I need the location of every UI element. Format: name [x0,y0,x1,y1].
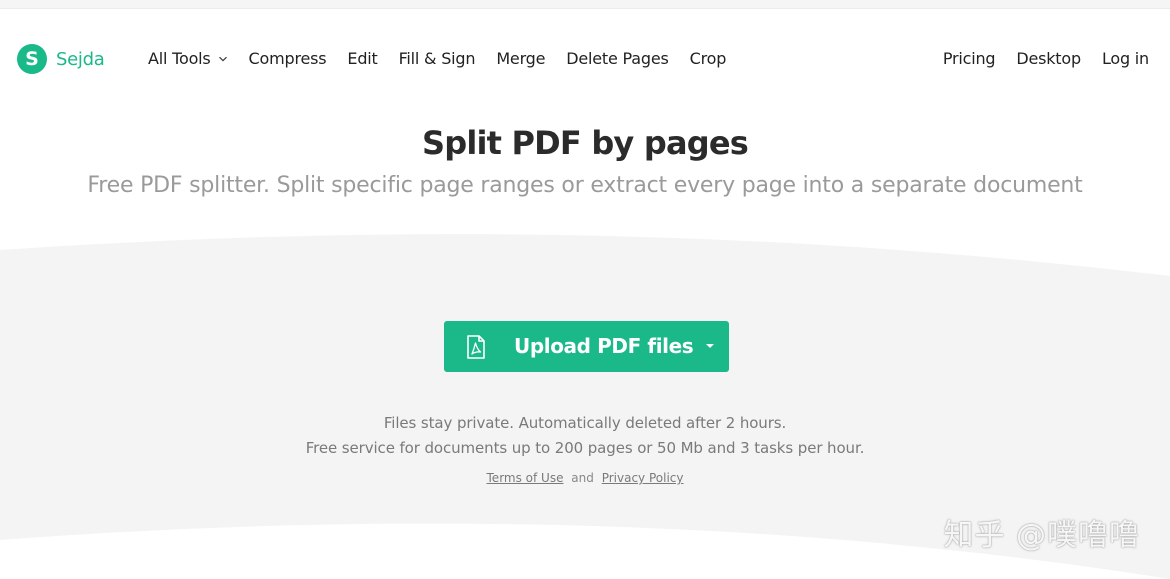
nav-secondary: Pricing Desktop Log in [922,49,1149,68]
logo-text: Sejda [56,48,105,70]
legal-links: Terms of Use and Privacy Policy [0,471,1170,485]
upload-button-label: Upload PDF files [514,334,694,358]
watermark-text: 知乎 @噗噜噜 [943,518,1140,553]
nav-edit[interactable]: Edit [347,49,377,68]
logo-mark: S [17,44,47,74]
pdf-file-icon [466,335,486,359]
page-subtitle: Free PDF splitter. Split specific page r… [87,173,1083,198]
nav-all-tools-label: All Tools [148,49,211,68]
nav-desktop[interactable]: Desktop [1016,49,1081,68]
terms-of-use-link[interactable]: Terms of Use [487,471,564,485]
usage-limits-notice: Free service for documents up to 200 pag… [305,439,865,457]
nav-merge[interactable]: Merge [496,49,545,68]
sejda-logo[interactable]: S Sejda [17,44,105,74]
nav-crop[interactable]: Crop [690,49,727,68]
nav-all-tools[interactable]: All Tools [148,49,228,68]
chevron-down-icon [218,54,228,64]
nav-delete-pages[interactable]: Delete Pages [566,49,669,68]
privacy-notice: Files stay private. Automatically delete… [383,414,787,432]
privacy-policy-link[interactable]: Privacy Policy [602,471,684,485]
page-title: Split PDF by pages [421,124,749,162]
top-navbar: S Sejda All Tools Compress Edit Fill & S… [0,8,1170,112]
nav-primary: All Tools Compress Edit Fill & Sign Merg… [148,49,747,68]
nav-compress[interactable]: Compress [249,49,327,68]
upload-pdf-button[interactable]: Upload PDF files [444,321,729,372]
legal-and-text: and [571,471,594,485]
caret-down-icon[interactable] [701,337,719,355]
nav-fill-sign[interactable]: Fill & Sign [399,49,476,68]
nav-pricing[interactable]: Pricing [943,49,996,68]
nav-login[interactable]: Log in [1102,49,1149,68]
